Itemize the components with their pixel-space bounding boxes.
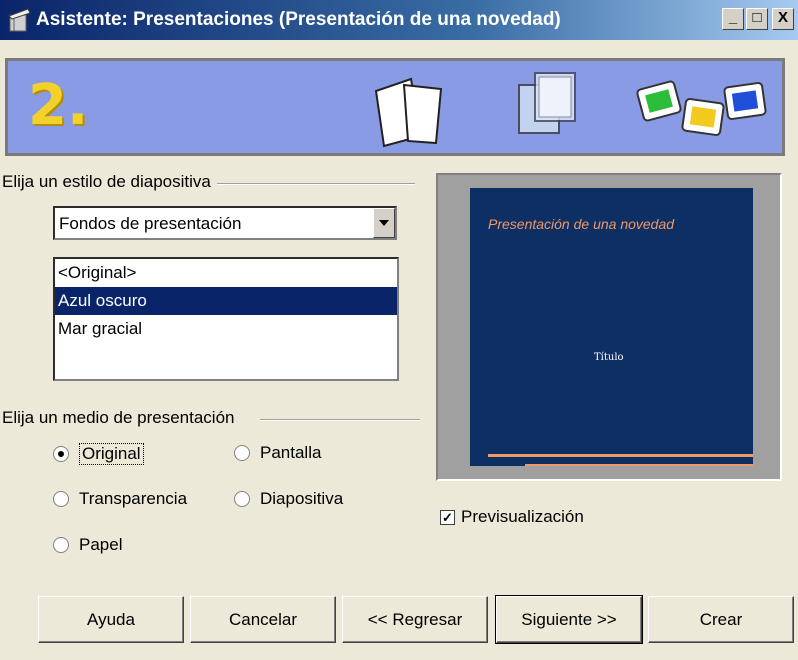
wizard-banner: 2. [5, 58, 785, 156]
preview-slide-title: Presentación de una novedad [488, 216, 675, 232]
dropdown-value: Fondos de presentación [59, 214, 242, 233]
minimize-button[interactable]: _ [722, 8, 744, 30]
cancel-button[interactable]: Cancelar [190, 596, 336, 643]
medium-group-divider [260, 419, 420, 421]
radio-label-slide: Diapositiva [260, 489, 344, 508]
checkmark-icon: ✓ [440, 509, 455, 525]
dropdown-button[interactable] [373, 208, 395, 238]
maximize-button[interactable]: □ [746, 8, 768, 30]
background-category-dropdown[interactable]: Fondos de presentación [53, 206, 397, 240]
close-button[interactable]: X [772, 8, 794, 30]
radio-circle [53, 491, 69, 507]
preview-checkbox-label: Previsualización [461, 507, 584, 526]
title-bar: Asistente: Presentaciones (Presentación … [0, 0, 798, 40]
radio-screen[interactable]: Pantalla [234, 443, 321, 463]
radio-circle [234, 445, 250, 461]
slide-style-list[interactable]: <Original> Azul oscuro Mar gracial [53, 257, 399, 381]
radio-label-transparency: Transparencia [79, 489, 188, 508]
wizard-icon [8, 8, 31, 32]
color-slides-icon [636, 80, 767, 136]
back-button[interactable]: << Regresar [342, 596, 488, 643]
chevron-down-icon [379, 220, 389, 226]
radio-original[interactable]: Original [53, 443, 144, 465]
presentation-medium-group-label: Elija un medio de presentación [2, 408, 241, 428]
radio-circle [53, 537, 69, 553]
radio-transparency[interactable]: Transparencia [53, 489, 187, 509]
radio-circle-checked [53, 446, 69, 462]
preview-slide: Presentación de una novedad Título [470, 188, 753, 466]
style-group-divider [215, 183, 415, 185]
preview-accent-line [525, 464, 753, 466]
list-item-original[interactable]: <Original> [55, 259, 397, 287]
help-button[interactable]: Ayuda [38, 596, 184, 643]
radio-label-screen: Pantalla [260, 443, 322, 462]
preview-slide-subtitle: Título [594, 352, 624, 363]
radio-circle [234, 491, 250, 507]
list-item-dark-blue[interactable]: Azul oscuro [55, 287, 397, 315]
list-item-mar-gracial[interactable]: Mar gracial [55, 315, 397, 343]
radio-label-paper: Papel [79, 535, 123, 554]
next-button[interactable]: Siguiente >> [495, 595, 643, 644]
preview-checkbox[interactable]: ✓ Previsualización [440, 507, 584, 527]
preview-accent-line [488, 454, 753, 457]
slide-preview: Presentación de una novedad Título [436, 173, 782, 481]
step-number: 2. [28, 73, 89, 138]
slide-style-group-label: Elija un estilo de diapositiva [2, 172, 217, 192]
blank-slides-icon [374, 77, 443, 148]
window-title: Asistente: Presentaciones (Presentación … [36, 9, 561, 30]
create-button[interactable]: Crear [648, 596, 794, 643]
radio-slide[interactable]: Diapositiva [234, 489, 343, 509]
transparent-slides-icon [518, 72, 576, 134]
radio-paper[interactable]: Papel [53, 535, 122, 555]
radio-label-original: Original [79, 443, 144, 465]
